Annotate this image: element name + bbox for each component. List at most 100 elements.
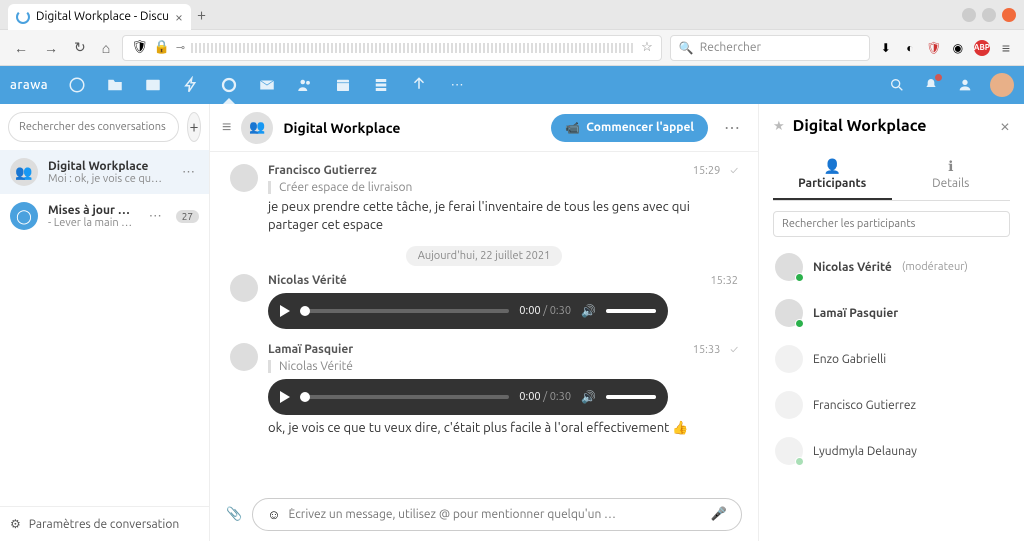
url-bar[interactable]: 🛡 🔒 ⊸ ☆ (122, 35, 662, 61)
moderator-label: (modérateur) (902, 261, 968, 273)
conversation-more-icon[interactable]: ⋯ (145, 209, 166, 224)
conversation-subtitle: - Lever la main lors d'u… (48, 217, 135, 229)
conversation-search-input[interactable] (8, 112, 179, 142)
participants-tab-icon: 👤 (773, 158, 892, 175)
menu-icon[interactable]: ≡ (998, 36, 1014, 60)
dashboard-icon[interactable] (68, 76, 86, 94)
messages-list: Francisco Gutierrez 15:29 ✓ Créer espace… (210, 152, 758, 488)
new-conversation-button[interactable]: + (187, 112, 201, 142)
home-icon[interactable]: ⌂ (98, 36, 114, 60)
files-icon[interactable] (106, 76, 124, 94)
contacts-icon[interactable] (296, 76, 314, 94)
play-icon[interactable] (280, 305, 290, 317)
notifications-icon[interactable] (922, 76, 940, 94)
participant-name: Lyudmyla Delaunay (813, 445, 917, 458)
tab-details[interactable]: ℹ Details (892, 150, 1011, 200)
talk-icon[interactable] (220, 76, 238, 94)
message-input[interactable] (288, 508, 702, 521)
sidebar-settings-label: Paramètres de conversation (29, 518, 179, 531)
shield-icon[interactable]: 🛡 (131, 40, 148, 55)
extension-icon[interactable]: ◐ (902, 40, 918, 56)
audio-player[interactable]: 0:00 / 0:30 🔊 (268, 293, 668, 329)
message-time: 15:33 (693, 344, 721, 356)
close-icon[interactable]: × (1000, 116, 1010, 136)
gear-icon: ⚙ (10, 517, 21, 531)
message-time: 15:32 (710, 275, 738, 287)
participant-row[interactable]: Lyudmyla Delaunay (773, 431, 1010, 471)
participant-row[interactable]: Lamaï Pasquier (773, 293, 1010, 333)
window-close-button[interactable] (1002, 8, 1016, 22)
play-icon[interactable] (280, 391, 290, 403)
abp-icon[interactable]: ABP (974, 40, 990, 56)
conversation-item[interactable]: ◯ Mises à jour de Talk ✅ - Lever la main… (0, 194, 209, 238)
audio-player[interactable]: 0:00 / 0:30 🔊 (268, 379, 668, 415)
conversation-title: Mises à jour de Talk ✅ (48, 203, 135, 217)
participants-search-input[interactable] (773, 211, 1010, 237)
chat-header: ≡ 👥 Digital Workplace 📹 Commencer l'appe… (210, 104, 758, 152)
message-avatar (230, 164, 258, 192)
sidebar-toggle-icon[interactable]: ≡ (222, 118, 231, 137)
conversation-more-icon[interactable]: ⋯ (178, 165, 199, 180)
favorite-star-icon[interactable]: ★ (773, 119, 785, 134)
compose-input-wrap[interactable]: ☺ 🎤 (252, 498, 742, 531)
browser-tab-strip: Digital Workplace - Discu × + (0, 0, 1024, 30)
photos-icon[interactable] (144, 76, 162, 94)
presence-dot-icon (795, 273, 804, 282)
activity-icon[interactable] (182, 76, 200, 94)
participant-row[interactable]: Enzo Gabrielli (773, 339, 1010, 379)
contacts-menu-icon[interactable] (956, 76, 974, 94)
chat-menu-icon[interactable]: ⋯ (718, 118, 746, 137)
participant-row[interactable]: Nicolas Vérité (modérateur) (773, 247, 1010, 287)
conversation-subtitle: Moi : ok, je vois ce que tu ve… (48, 173, 168, 185)
start-call-button[interactable]: 📹 Commencer l'appel (551, 114, 708, 142)
search-placeholder: Rechercher (700, 41, 761, 54)
tab-close-icon[interactable]: × (175, 9, 183, 25)
volume-icon[interactable]: 🔊 (581, 390, 596, 404)
reload-icon[interactable]: ↻ (70, 35, 90, 60)
window-minimize-button[interactable] (962, 8, 976, 22)
more-apps-icon[interactable]: ⋯ (448, 76, 466, 94)
new-tab-button[interactable]: + (197, 6, 206, 24)
lock-icon[interactable]: 🔒 (154, 40, 170, 55)
calendar-icon[interactable] (334, 76, 352, 94)
participant-avatar (775, 437, 803, 465)
volume-slider[interactable] (606, 395, 656, 399)
permissions-icon[interactable]: ⊸ (176, 41, 185, 54)
search-icon: 🔍 (679, 41, 694, 55)
sidebar-settings-button[interactable]: ⚙ Paramètres de conversation (0, 506, 209, 541)
forward-icon[interactable]: → (40, 36, 62, 60)
volume-icon[interactable]: 🔊 (581, 304, 596, 318)
brand-logo[interactable]: arawa (10, 78, 48, 92)
conversation-avatar-icon: ◯ (10, 202, 38, 230)
audio-track[interactable] (300, 395, 509, 399)
attach-icon[interactable]: 📎 (226, 507, 242, 522)
emoji-icon[interactable]: ☺ (267, 507, 280, 522)
browser-toolbar: ← → ↻ ⌂ 🛡 🔒 ⊸ ☆ 🔍 Rechercher ⬇ ◐ 🛡 ◉ ABP… (0, 30, 1024, 66)
browser-search[interactable]: 🔍 Rechercher (670, 35, 870, 61)
mic-icon[interactable]: 🎤 (711, 507, 727, 522)
browser-tab[interactable]: Digital Workplace - Discu × (8, 4, 191, 30)
mail-icon[interactable] (258, 76, 276, 94)
deck-icon[interactable] (372, 76, 390, 94)
conversation-item[interactable]: 👥 Digital Workplace Moi : ok, je vois ce… (0, 150, 209, 194)
ublock-icon[interactable]: 🛡 (926, 40, 942, 56)
message: Lamaï Pasquier 15:33 ✓ Nicolas Vérité 0:… (230, 343, 738, 437)
header-search-icon[interactable] (888, 76, 906, 94)
tab-participants[interactable]: 👤 Participants (773, 150, 892, 200)
details-tab-icon: ℹ (892, 158, 1011, 175)
audio-track[interactable] (300, 309, 509, 313)
participant-name: Lamaï Pasquier (813, 307, 898, 320)
message-text: ok, je vois ce que tu veux dire, c'était… (268, 419, 738, 437)
message-author: Francisco Gutierrez (268, 164, 377, 177)
download-icon[interactable]: ⬇ (878, 40, 894, 56)
upgrade-icon[interactable] (410, 76, 428, 94)
user-avatar[interactable] (990, 73, 1014, 97)
window-maximize-button[interactable] (982, 8, 996, 22)
read-check-icon: ✓ (730, 344, 738, 356)
back-icon[interactable]: ← (10, 36, 32, 60)
call-label: Commencer l'appel (586, 121, 694, 134)
extension-2-icon[interactable]: ◉ (950, 40, 966, 56)
volume-slider[interactable] (606, 309, 656, 313)
bookmark-star-icon[interactable]: ☆ (641, 40, 653, 55)
participant-row[interactable]: Francisco Gutierrez (773, 385, 1010, 425)
